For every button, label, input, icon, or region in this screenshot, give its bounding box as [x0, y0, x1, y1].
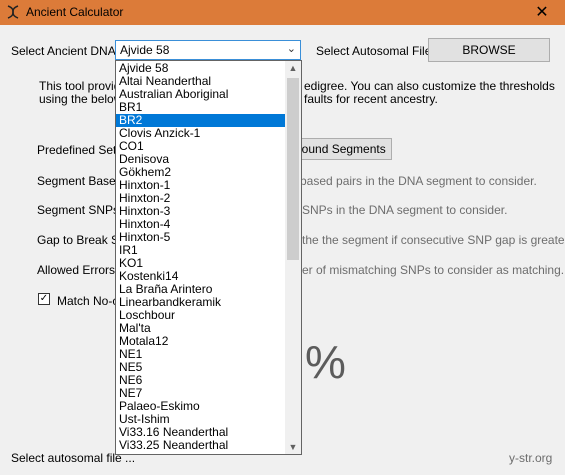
description-line2-start: using the below: [39, 92, 123, 106]
chevron-down-icon[interactable]: ⌄: [287, 42, 296, 55]
gap-break-hint: the the segment if consecutive SNP gap i…: [302, 233, 565, 247]
title-bar: Ancient Calculator ✕: [0, 0, 565, 25]
website-label: y-str.org: [509, 451, 553, 465]
dropdown-items: Ajvide 58 Altai Neanderthal Australian Abo…: [116, 62, 286, 452]
segment-snps-hint: SNPs in the DNA segment to consider.: [302, 203, 508, 217]
dropdown-scrollbar[interactable]: ▲ ▼: [285, 61, 301, 454]
browse-button[interactable]: BROWSE: [428, 38, 550, 62]
dna-icon: [7, 5, 19, 19]
scroll-up-icon[interactable]: ▲: [285, 63, 301, 73]
ancient-dna-dropdown-list[interactable]: Ajvide 58 Altai Neanderthal Australian Abo…: [115, 60, 302, 455]
segment-basepairs-hint: based pairs in the DNA segment to consid…: [300, 174, 537, 188]
dropdown-option[interactable]: Vi33.25 Neanderthal: [116, 439, 286, 452]
ancient-dna-select[interactable]: Ajvide 58 ⌄: [115, 40, 301, 60]
segment-snps-label: Segment SNPs: [37, 203, 120, 217]
segment-basepairs-label: Segment Base-p: [37, 174, 127, 188]
allowed-errors-label: Allowed Errors: [37, 263, 116, 277]
window-title: Ancient Calculator: [26, 5, 124, 19]
allowed-errors-hint: er of mismatching SNPs to consider as ma…: [302, 263, 565, 277]
description-line1-start: This tool provide: [39, 79, 128, 93]
scroll-down-icon[interactable]: ▼: [285, 442, 301, 452]
ancient-dna-selected-value: Ajvide 58: [120, 43, 170, 57]
percent-display: %: [305, 336, 346, 388]
ancient-dna-label: Select Ancient DNA: [11, 44, 116, 58]
scrollbar-thumb[interactable]: [287, 78, 299, 260]
close-icon[interactable]: ✕: [519, 0, 565, 25]
match-nocall-checkbox[interactable]: ✓: [38, 293, 50, 305]
description-line2-end: faults for recent ancestry.: [304, 92, 438, 106]
gap-break-label: Gap to Break Se: [37, 233, 126, 247]
dropdown-option[interactable]: Hinxton-5: [116, 231, 286, 244]
autosomal-file-label: Select Autosomal File: [316, 44, 432, 58]
description-line1-end: edigree. You can also customize the thre…: [304, 79, 555, 93]
